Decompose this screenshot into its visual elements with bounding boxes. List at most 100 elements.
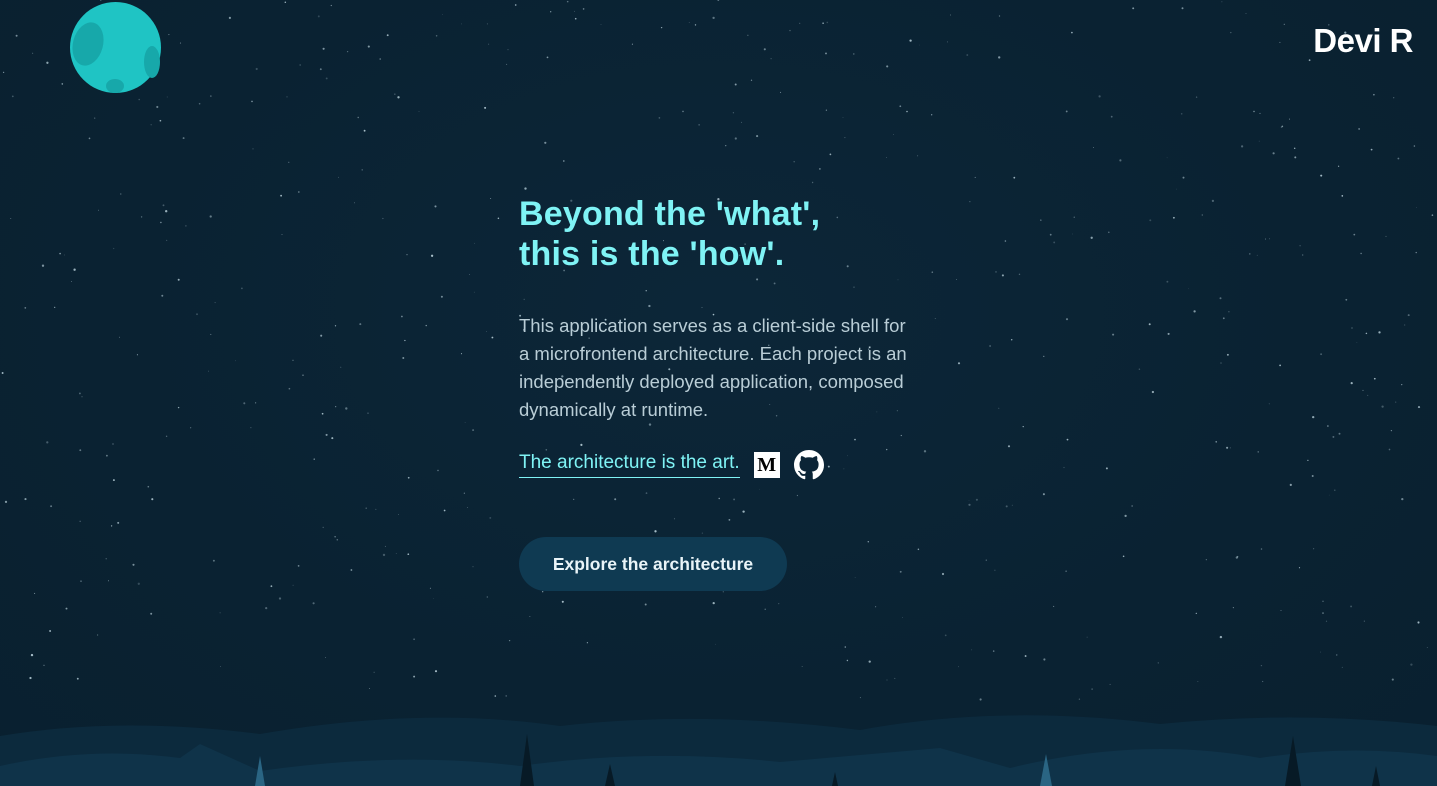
- star: [826, 21, 829, 24]
- star: [1258, 140, 1260, 142]
- star: [969, 201, 971, 203]
- star: [714, 643, 716, 645]
- star: [112, 443, 114, 445]
- star: [1320, 651, 1321, 653]
- star: [65, 607, 68, 610]
- star: [1365, 332, 1368, 335]
- star: [1004, 240, 1007, 242]
- star: [382, 553, 386, 557]
- star: [1293, 147, 1296, 150]
- star: [698, 124, 700, 126]
- star: [346, 50, 349, 53]
- star: [147, 485, 150, 488]
- star: [801, 665, 803, 668]
- star: [32, 52, 34, 54]
- star: [34, 592, 36, 594]
- star: [317, 15, 320, 18]
- star: [430, 254, 434, 257]
- star: [367, 45, 370, 48]
- star: [682, 110, 684, 113]
- star: [460, 353, 463, 355]
- star: [325, 657, 326, 658]
- star: [46, 441, 49, 444]
- star: [742, 510, 745, 513]
- star: [407, 553, 410, 556]
- star: [210, 333, 212, 335]
- star: [1302, 254, 1304, 256]
- star: [950, 14, 951, 16]
- star: [1149, 219, 1152, 222]
- architecture-art-link[interactable]: The architecture is the art.: [519, 452, 740, 478]
- star: [1336, 654, 1338, 656]
- star: [1378, 331, 1381, 334]
- star: [382, 217, 384, 220]
- star: [488, 43, 490, 45]
- star: [4, 500, 8, 504]
- star: [1053, 605, 1055, 607]
- star: [151, 498, 154, 501]
- star: [252, 148, 254, 150]
- star: [1226, 446, 1229, 449]
- star: [321, 412, 324, 415]
- star: [29, 676, 32, 680]
- star: [1373, 93, 1375, 96]
- star: [80, 580, 82, 582]
- star: [467, 507, 469, 508]
- star: [917, 155, 919, 157]
- headline-line-1: Beyond the 'what',: [519, 195, 821, 233]
- star: [1350, 382, 1353, 385]
- star: [1322, 612, 1324, 615]
- star: [473, 291, 475, 293]
- star: [159, 119, 162, 122]
- star: [1401, 497, 1404, 501]
- star: [297, 565, 300, 567]
- star: [1327, 425, 1329, 427]
- star: [974, 176, 976, 178]
- star: [829, 153, 832, 156]
- moon-logo-icon[interactable]: [70, 2, 161, 93]
- star: [78, 392, 81, 395]
- explore-architecture-button[interactable]: Explore the architecture: [519, 537, 787, 591]
- star: [1358, 128, 1360, 130]
- star: [712, 601, 715, 605]
- star: [1138, 368, 1141, 371]
- star: [61, 83, 64, 85]
- star: [161, 294, 164, 297]
- star: [1397, 157, 1400, 160]
- star: [1222, 317, 1225, 320]
- star: [165, 435, 168, 437]
- star: [367, 412, 369, 414]
- star: [41, 264, 45, 267]
- star: [1195, 96, 1198, 98]
- star: [486, 331, 487, 332]
- medium-icon[interactable]: M: [753, 452, 780, 478]
- star: [313, 458, 315, 460]
- star: [514, 4, 517, 6]
- star: [105, 558, 107, 560]
- star: [658, 117, 661, 119]
- star: [185, 225, 187, 227]
- star: [1065, 110, 1068, 113]
- star: [1313, 548, 1315, 550]
- github-icon[interactable]: [793, 450, 824, 480]
- star: [989, 345, 991, 347]
- star: [586, 642, 589, 644]
- star: [299, 64, 302, 66]
- star: [508, 639, 511, 642]
- brand-name[interactable]: Devi R: [1313, 22, 1413, 60]
- star: [1230, 31, 1232, 34]
- star: [886, 679, 888, 681]
- star: [435, 35, 438, 37]
- star: [1341, 666, 1343, 668]
- star: [100, 0, 102, 1]
- star: [759, 488, 760, 490]
- star: [120, 193, 122, 195]
- star: [357, 116, 359, 119]
- star: [573, 498, 575, 501]
- star: [179, 42, 182, 44]
- star: [1049, 233, 1052, 236]
- star: [338, 176, 339, 178]
- star: [1407, 314, 1410, 317]
- star: [1320, 174, 1323, 177]
- star: [971, 649, 973, 651]
